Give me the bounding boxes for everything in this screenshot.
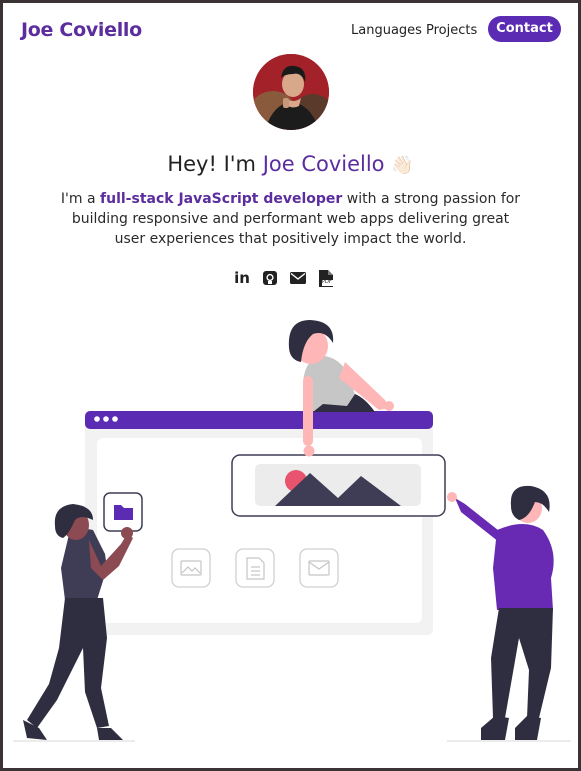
mail-icon-graphic bbox=[299, 548, 339, 588]
email-icon[interactable] bbox=[289, 269, 307, 287]
intro-highlight: full-stack JavaScript developer bbox=[100, 191, 343, 207]
greeting-name: Joe Coviello bbox=[262, 152, 385, 176]
linkedin-icon[interactable]: in bbox=[233, 269, 251, 287]
greeting-prefix: Hey! I'm bbox=[167, 152, 263, 176]
wave-emoji: 👋🏻 bbox=[391, 155, 414, 176]
folder-card-graphic bbox=[103, 492, 143, 532]
nav-projects[interactable]: Projects bbox=[426, 23, 477, 38]
linkedin-text: in bbox=[234, 269, 250, 287]
brand-logo[interactable]: Joe Coviello bbox=[21, 19, 142, 41]
man-right-figure bbox=[447, 485, 571, 742]
intro-prefix: I'm a bbox=[60, 191, 101, 207]
page-frame: Joe Coviello Languages Projects Contact … bbox=[3, 3, 578, 768]
avatar bbox=[253, 54, 329, 130]
contact-button[interactable]: Contact bbox=[488, 16, 561, 42]
document-icon-graphic bbox=[235, 548, 275, 588]
intro-paragraph: I'm a full-stack JavaScript developer wi… bbox=[58, 189, 523, 249]
hero-illustration bbox=[13, 320, 571, 742]
image-card-graphic bbox=[231, 454, 446, 517]
picture-icon-graphic bbox=[171, 548, 211, 588]
github-icon[interactable] bbox=[261, 269, 279, 287]
greeting-heading: Hey! I'm Joe Coviello 👋🏻 bbox=[3, 152, 578, 176]
resume-pdf-icon[interactable]: PDF bbox=[317, 269, 335, 287]
nav-languages[interactable]: Languages bbox=[351, 23, 422, 38]
pdf-label: PDF bbox=[322, 279, 332, 285]
social-links: in PDF bbox=[233, 269, 335, 287]
